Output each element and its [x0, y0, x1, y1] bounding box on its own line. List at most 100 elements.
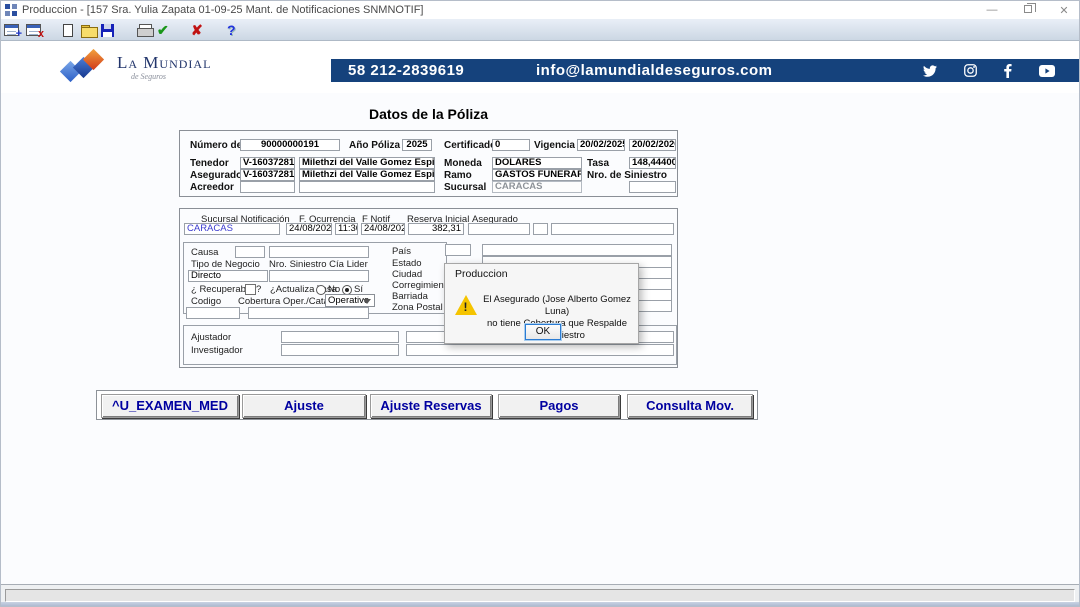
- open-button[interactable]: [81, 22, 96, 38]
- acreedor-id-field[interactable]: [240, 181, 295, 193]
- title-bar: Produccion - [157 Sra. Yulia Zapata 01-0…: [1, 1, 1079, 19]
- app-icon: [5, 4, 17, 16]
- window-title: Produccion - [157 Sra. Yulia Zapata 01-0…: [22, 4, 424, 16]
- ajustador-cod-field[interactable]: [281, 331, 399, 343]
- cobertura-dropdown[interactable]: Operativo: [325, 294, 375, 307]
- examen-med-button[interactable]: ^U_EXAMEN_MED: [101, 394, 239, 418]
- certificado-field[interactable]: 0: [492, 139, 530, 151]
- acreedor-nombre-field[interactable]: [299, 181, 435, 193]
- save-icon: [101, 24, 114, 37]
- asegurado-cod-field[interactable]: [468, 223, 530, 235]
- pais-cod-field[interactable]: [445, 244, 471, 256]
- asegurado-tipo-field[interactable]: [533, 223, 548, 235]
- reserva-inicial-field[interactable]: 382,31: [408, 223, 464, 235]
- cancel-button[interactable]: ✘: [191, 22, 203, 38]
- new-button[interactable]: [63, 22, 73, 38]
- restore-button[interactable]: [1021, 4, 1035, 16]
- email-address: info@lamundialdeseguros.com: [536, 62, 773, 79]
- phone-number: 58 212-2839619: [348, 62, 464, 79]
- vigencia-hasta-field[interactable]: 20/02/2026: [629, 139, 676, 151]
- barriada-label: Barriada: [392, 291, 428, 302]
- numero-poliza-field[interactable]: 90000000191: [240, 139, 340, 151]
- help-icon: ?: [227, 23, 236, 37]
- ok-button[interactable]: OK: [525, 324, 561, 340]
- sucursal-label: Sucursal: [444, 182, 486, 193]
- dialog-title: Produccion: [455, 268, 508, 280]
- confirm-button[interactable]: ✔: [157, 22, 169, 38]
- save-button[interactable]: [101, 22, 114, 38]
- contact-bar: 58 212-2839619 info@lamundialdeseguros.c…: [331, 59, 1080, 82]
- codigo-field[interactable]: [186, 307, 240, 319]
- ano-poliza-field[interactable]: 2025: [402, 139, 432, 151]
- warning-icon: [455, 295, 477, 315]
- tasa-field[interactable]: 148,44400: [629, 157, 676, 169]
- company-logo: La Mundial de Seguros: [59, 49, 259, 89]
- ciudad-label: Ciudad: [392, 269, 422, 280]
- pais-label: País: [392, 246, 411, 257]
- toolbar: + x ✔ ✘ ?: [1, 19, 1079, 41]
- acreedor-label: Acreedor: [190, 182, 234, 193]
- action-button-panel: ^U_EXAMEN_MED Ajuste Ajuste Reservas Pag…: [96, 390, 758, 420]
- x-icon: ✘: [191, 23, 203, 37]
- causa-label: Causa: [191, 247, 218, 258]
- page-title: Datos de la Póliza: [179, 106, 678, 122]
- ramo-label: Ramo: [444, 170, 472, 181]
- consulta-mov-button[interactable]: Consulta Mov.: [627, 394, 753, 418]
- sucursal-field: CARACAS: [492, 181, 582, 193]
- tipo-negocio-field[interactable]: Directo: [188, 270, 268, 282]
- status-panel: [5, 589, 1075, 602]
- sucursal-notif-field[interactable]: CARACAS: [184, 223, 280, 235]
- status-bar: [1, 584, 1079, 607]
- f-ocurrencia-fecha-field[interactable]: 24/08/2025: [286, 223, 332, 235]
- pais-field[interactable]: [482, 244, 672, 256]
- tenedor-id-field[interactable]: V-16037281: [240, 157, 295, 169]
- restore-icon: [1024, 5, 1032, 13]
- facebook-icon[interactable]: [1004, 64, 1012, 78]
- add-record-icon: +: [4, 24, 19, 36]
- f-notif-field[interactable]: 24/08/2025: [361, 223, 405, 235]
- ramo-field[interactable]: GASTOS FUNERARIO: [492, 169, 582, 181]
- moneda-field[interactable]: DOLARES: [492, 157, 582, 169]
- delete-record-button[interactable]: x: [26, 22, 41, 38]
- asegurado-nombre-notif-field[interactable]: [551, 223, 674, 235]
- open-folder-icon: [81, 25, 96, 36]
- tasa-label: Tasa: [587, 158, 609, 169]
- recuperable-checkbox[interactable]: [245, 284, 256, 295]
- cobertura-field[interactable]: [248, 307, 369, 319]
- causa-cod-field[interactable]: [235, 246, 265, 258]
- ajuste-reservas-button[interactable]: Ajuste Reservas: [370, 394, 492, 418]
- ajuste-button[interactable]: Ajuste: [242, 394, 366, 418]
- minimize-button[interactable]: —: [985, 4, 999, 16]
- dialog-message-line1: El Asegurado (Jose Alberto Gomez Luna): [479, 294, 635, 318]
- policy-data-panel: Número de Tenedor Asegurado Acreedor 900…: [179, 130, 678, 197]
- investigador-label: Investigador: [191, 345, 243, 356]
- vigencia-label: Vigencia: [534, 140, 575, 151]
- cobertura-label: Cobertura Oper./Catast.: [238, 296, 339, 307]
- print-icon: [137, 24, 152, 36]
- nro-siniestro-field[interactable]: [629, 181, 676, 193]
- causa-desc-field[interactable]: [269, 246, 369, 258]
- investigador-nombre-field[interactable]: [406, 344, 674, 356]
- help-button[interactable]: ?: [227, 22, 236, 38]
- ano-poliza-label: Año Póliza: [349, 140, 400, 151]
- add-record-button[interactable]: +: [4, 22, 19, 38]
- status-strip: [1, 602, 1079, 607]
- investigador-cod-field[interactable]: [281, 344, 399, 356]
- estado-label: Estado: [392, 258, 422, 269]
- asegurado-nombre-field[interactable]: Milethzi del Valle Gomez Espinoz: [299, 169, 435, 181]
- tipo-negocio-label: Tipo de Negocio: [191, 259, 260, 270]
- tenedor-nombre-field[interactable]: Milethzi del Valle Gomez Espinoz: [299, 157, 435, 169]
- numero-label: Número de: [190, 140, 242, 151]
- asegurado-id-field[interactable]: V-16037281: [240, 169, 295, 181]
- logo-subtext: de Seguros: [131, 72, 166, 81]
- instagram-icon[interactable]: [964, 64, 977, 77]
- f-ocurrencia-hora-field[interactable]: 11:36: [335, 223, 358, 235]
- pagos-button[interactable]: Pagos: [498, 394, 620, 418]
- print-button[interactable]: [137, 22, 152, 38]
- vigencia-desde-field[interactable]: 20/02/2025: [577, 139, 625, 151]
- nro-siniestro-label: Nro. de Siniestro: [587, 170, 667, 181]
- twitter-icon[interactable]: [923, 65, 937, 77]
- close-button[interactable]: ✕: [1057, 4, 1071, 17]
- youtube-icon[interactable]: [1039, 65, 1055, 77]
- nro-siniestro-cia-field[interactable]: [269, 270, 369, 282]
